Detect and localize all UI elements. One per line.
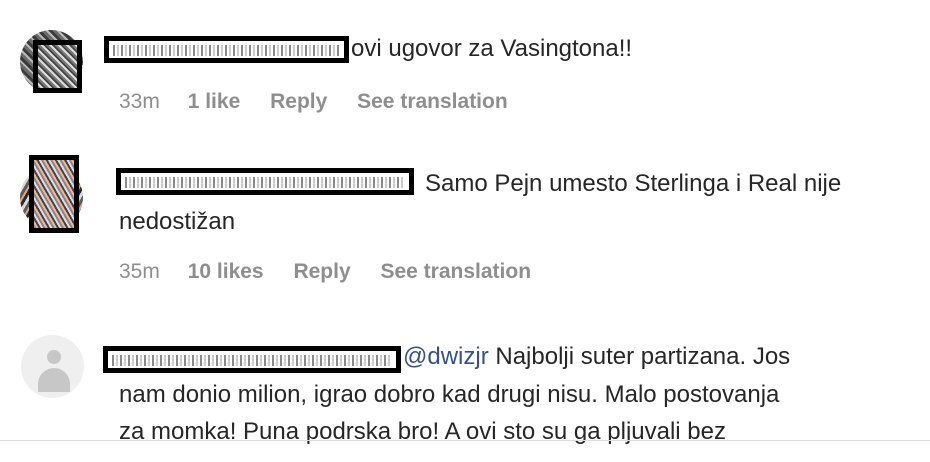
likes-count[interactable]: 10 likes — [188, 260, 264, 283]
reply-link[interactable]: Reply — [293, 260, 350, 283]
comment-text-line-1: @dwizjr Najbolji suter partizana. Jos — [403, 338, 790, 376]
comment-text-line-3: za momka! Puna podrska bro! A ovi sto su… — [119, 418, 726, 445]
redacted-username-text — [112, 355, 392, 366]
redacted-username-text — [125, 177, 405, 188]
mention-link[interactable]: @dwizjr — [403, 343, 489, 370]
username-redaction[interactable] — [116, 168, 414, 195]
comment-text-line-2: nam donio milion, igrao dobro kad drugi … — [119, 381, 780, 408]
see-translation-link[interactable]: See translation — [357, 90, 508, 113]
comment-time: 33m — [119, 90, 160, 113]
comment-text-fragment: Najbolji suter partizana. Jos — [488, 343, 791, 370]
comment-text-line-1: Samo Pejn umesto Sterlinga i Real nije — [425, 170, 842, 197]
comment-meta: 35m 10 likes Reply See translation — [119, 258, 555, 286]
comment-2: Samo Pejn umesto Sterlinga i Real nije n… — [0, 140, 930, 295]
comment-time: 35m — [119, 260, 160, 283]
comment-3: @dwizjr Najbolji suter partizana. Jos na… — [0, 300, 930, 462]
likes-count[interactable]: 1 like — [188, 90, 241, 113]
bottom-divider — [0, 440, 930, 441]
reply-link[interactable]: Reply — [270, 90, 327, 113]
avatar-head-icon — [47, 350, 61, 364]
comment-text: ovi ugovor za Vasingtona!! — [351, 35, 633, 62]
default-avatar-icon[interactable] — [21, 335, 84, 398]
username-redaction[interactable] — [103, 346, 401, 373]
comment-text-line-2: nedostižan — [119, 208, 236, 235]
comment-meta: 33m 1 like Reply See translation — [119, 88, 532, 116]
comment-1: ovi ugovor za Vasingtona!! 33m 1 like Re… — [0, 0, 930, 140]
see-translation-link[interactable]: See translation — [380, 260, 531, 283]
avatar-redaction — [33, 40, 82, 93]
username-redaction[interactable] — [104, 36, 349, 63]
avatar-body-icon — [38, 368, 70, 392]
redacted-username-text — [113, 45, 340, 56]
avatar-redaction — [29, 155, 79, 233]
